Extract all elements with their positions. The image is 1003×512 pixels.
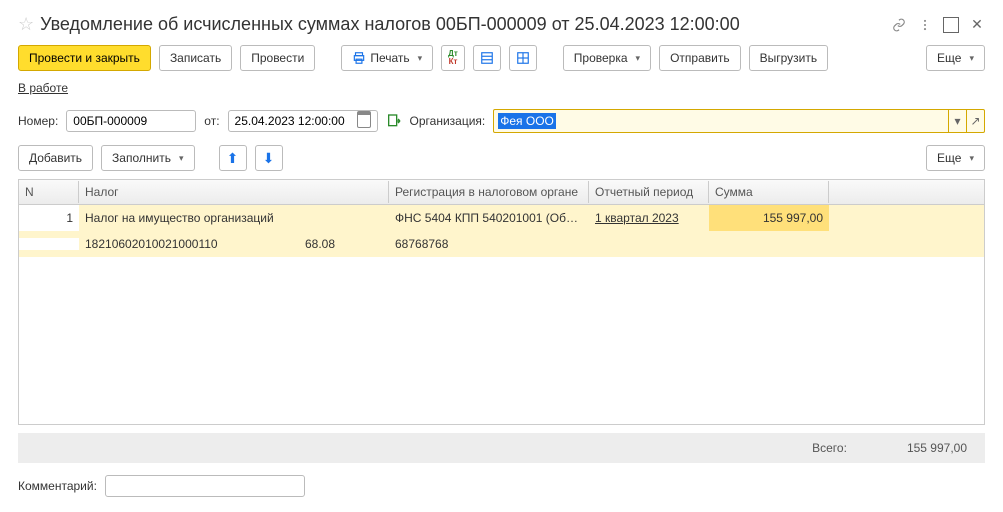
col-reg[interactable]: Регистрация в налоговом органе	[389, 181, 589, 203]
more-button-top[interactable]: Еще	[926, 45, 985, 71]
col-tax[interactable]: Налог	[79, 181, 389, 203]
cell-reg-num: 68768768	[389, 231, 589, 257]
post-button[interactable]: Провести	[240, 45, 315, 71]
col-period[interactable]: Отчетный период	[589, 181, 709, 203]
more-button-sub[interactable]: Еще	[926, 145, 985, 171]
grid-header: N Налог Регистрация в налоговом органе О…	[18, 179, 985, 205]
link-icon[interactable]	[891, 17, 907, 33]
dtkt-button[interactable]: ДтКт	[441, 45, 465, 71]
export-button[interactable]: Выгрузить	[749, 45, 829, 71]
col-sum[interactable]: Сумма	[709, 181, 829, 203]
org-label: Организация:	[410, 114, 486, 128]
org-dropdown-icon[interactable]: ▾	[949, 109, 967, 133]
send-button[interactable]: Отправить	[659, 45, 741, 71]
page-title: Уведомление об исчисленных суммах налого…	[40, 14, 740, 35]
org-open-icon[interactable]: ↗	[967, 109, 985, 133]
date-label: от:	[204, 114, 219, 128]
dtkt-icon: ДтКт	[448, 50, 458, 66]
cell-kbk: 18210602010021000110	[79, 231, 299, 257]
org-input[interactable]: Фея ООО	[493, 109, 949, 133]
comment-label: Комментарий:	[18, 479, 97, 493]
number-input[interactable]	[66, 110, 196, 132]
cell-period[interactable]: 1 квартал 2023	[595, 211, 679, 225]
cell-account: 68.08	[299, 231, 389, 257]
col-n[interactable]: N	[19, 181, 79, 203]
number-label: Номер:	[18, 114, 58, 128]
cell-sum[interactable]: 155 997,00	[709, 205, 829, 231]
date-input[interactable]	[235, 114, 357, 128]
total-row: Всего: 155 997,00	[18, 433, 985, 463]
favorite-star-icon[interactable]: ☆	[18, 14, 34, 35]
table-row[interactable]: 1 Налог на имущество организаций ФНС 540…	[19, 205, 984, 231]
maximize-icon[interactable]	[943, 17, 959, 33]
lines-button[interactable]	[473, 45, 501, 71]
grid-icon	[516, 51, 530, 65]
cell-reg-name: ФНС 5404 КПП 540201001 (Об…	[389, 205, 589, 231]
printer-icon	[352, 51, 366, 65]
more-icon[interactable]	[917, 17, 933, 33]
fill-button[interactable]: Заполнить	[101, 145, 194, 171]
add-button[interactable]: Добавить	[18, 145, 93, 171]
move-up-button[interactable]: ⬆	[219, 145, 247, 171]
calendar-icon[interactable]	[357, 111, 371, 131]
cell-tax-name: Налог на имущество организаций	[79, 205, 389, 231]
close-icon[interactable]: ✕	[969, 17, 985, 33]
print-button[interactable]: Печать	[341, 45, 433, 71]
total-label: Всего:	[812, 441, 847, 455]
lines-icon	[480, 51, 494, 65]
sheet-arrow-icon[interactable]	[386, 113, 402, 129]
grid-button[interactable]	[509, 45, 537, 71]
total-value: 155 997,00	[907, 441, 967, 455]
move-down-button[interactable]: ⬇	[255, 145, 283, 171]
post-and-close-button[interactable]: Провести и закрыть	[18, 45, 151, 71]
table-row-sub[interactable]: 18210602010021000110 68.08 68768768	[19, 231, 984, 257]
comment-input[interactable]	[105, 475, 305, 497]
check-button[interactable]: Проверка	[563, 45, 651, 71]
status-link[interactable]: В работе	[18, 81, 68, 95]
cell-n: 1	[19, 205, 79, 231]
save-button[interactable]: Записать	[159, 45, 232, 71]
